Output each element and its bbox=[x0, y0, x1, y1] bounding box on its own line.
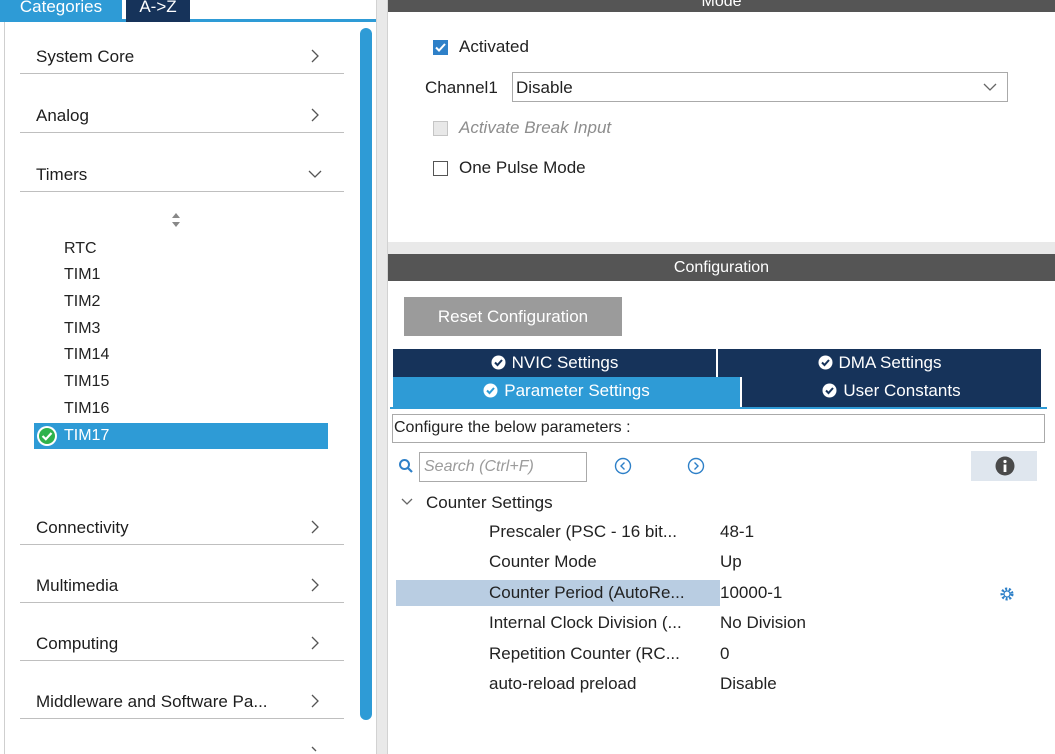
configure-hint-text: Configure the below parameters : bbox=[394, 419, 631, 436]
timer-item-label: TIM17 bbox=[64, 427, 110, 444]
category-middleware[interactable]: Middleware and Software Pa... bbox=[20, 685, 344, 719]
check-circle-icon bbox=[483, 383, 498, 398]
timer-item-tim17[interactable]: TIM17 bbox=[34, 423, 328, 449]
timer-item-rtc[interactable]: RTC bbox=[64, 240, 97, 258]
category-system-core[interactable]: System Core bbox=[20, 40, 344, 74]
chevron-right-icon bbox=[311, 578, 319, 592]
category-label: System Core bbox=[36, 47, 135, 66]
tab-label: DMA Settings bbox=[838, 353, 942, 372]
one-pulse-mode-checkbox[interactable] bbox=[433, 161, 448, 176]
param-row[interactable]: Counter Mode Up bbox=[396, 549, 1016, 575]
sort-arrows-icon[interactable] bbox=[170, 210, 182, 230]
info-icon bbox=[995, 456, 1015, 476]
timer-item-tim14[interactable]: TIM14 bbox=[64, 346, 109, 364]
check-circle-icon bbox=[37, 426, 57, 446]
tab-label: NVIC Settings bbox=[511, 353, 619, 372]
timer-item-tim3[interactable]: TIM3 bbox=[64, 320, 100, 338]
previous-result-icon[interactable] bbox=[614, 457, 632, 475]
param-value[interactable]: Up bbox=[720, 552, 742, 572]
param-value[interactable]: 0 bbox=[720, 644, 729, 664]
category-multimedia[interactable]: Multimedia bbox=[20, 569, 344, 603]
param-value[interactable]: Disable bbox=[720, 674, 777, 694]
param-name: Counter Mode bbox=[489, 552, 597, 571]
checkmark-icon bbox=[435, 43, 446, 52]
channel1-select[interactable] bbox=[512, 72, 1008, 102]
timer-item-tim16[interactable]: TIM16 bbox=[64, 400, 109, 418]
category-label: Analog bbox=[36, 106, 89, 125]
gear-icon[interactable] bbox=[999, 586, 1015, 602]
chevron-right-icon bbox=[311, 694, 319, 708]
category-label: Connectivity bbox=[36, 518, 129, 537]
chevron-right-icon bbox=[311, 636, 319, 650]
category-label: Timers bbox=[36, 165, 88, 184]
param-value[interactable]: 48-1 bbox=[720, 522, 754, 542]
channel1-value: Disable bbox=[516, 78, 573, 97]
category-connectivity[interactable]: Connectivity bbox=[20, 511, 344, 545]
param-row[interactable]: Prescaler (PSC - 16 bit... 48-1 bbox=[396, 519, 1016, 545]
one-pulse-mode-label: One Pulse Mode bbox=[459, 158, 586, 177]
chevron-down-icon[interactable] bbox=[982, 80, 998, 94]
reset-configuration-button[interactable]: Reset Configuration bbox=[404, 297, 622, 336]
check-circle-icon bbox=[818, 355, 832, 370]
configuration-header: Configuration bbox=[388, 254, 1055, 281]
tab-label: Parameter Settings bbox=[504, 381, 650, 400]
chevron-right-icon bbox=[311, 520, 319, 534]
chevron-down-icon bbox=[308, 170, 322, 178]
tab-label: User Constants bbox=[843, 381, 961, 400]
activate-break-input-label: Activate Break Input bbox=[459, 118, 612, 137]
param-name: Internal Clock Division (... bbox=[489, 613, 682, 632]
search-icon bbox=[399, 459, 413, 473]
category-label: Computing bbox=[36, 634, 119, 653]
param-row[interactable]: Repetition Counter (RC... 0 bbox=[396, 641, 1016, 667]
timer-item-tim15[interactable]: TIM15 bbox=[64, 373, 109, 391]
chevron-down-icon[interactable] bbox=[400, 496, 414, 508]
param-value[interactable]: No Division bbox=[720, 613, 806, 633]
param-value-row[interactable]: 10000-1 bbox=[396, 580, 1016, 606]
panel-splitter-horizontal[interactable] bbox=[388, 242, 1055, 254]
chevron-right-icon bbox=[311, 49, 319, 63]
tab-parameter-settings[interactable]: Parameter Settings bbox=[393, 377, 740, 407]
category-label: Multimedia bbox=[36, 576, 119, 595]
category-analog[interactable]: Analog bbox=[20, 99, 344, 133]
activated-checkbox[interactable] bbox=[433, 40, 448, 55]
param-value[interactable]: 10000-1 bbox=[720, 583, 782, 603]
timer-item-tim1[interactable]: TIM1 bbox=[64, 266, 100, 284]
channel1-label: Channel1 bbox=[425, 78, 498, 97]
mode-header: Mode bbox=[388, 0, 1055, 12]
activate-break-input-checkbox[interactable] bbox=[433, 121, 448, 136]
param-name: auto-reload preload bbox=[489, 674, 637, 693]
timer-item-tim2[interactable]: TIM2 bbox=[64, 293, 100, 311]
chevron-right-icon bbox=[311, 746, 317, 752]
tab-user-constants[interactable]: User Constants bbox=[742, 377, 1041, 407]
check-circle-icon bbox=[822, 383, 837, 398]
param-name: Repetition Counter (RC... bbox=[489, 644, 680, 663]
chevron-right-icon bbox=[311, 108, 319, 122]
tab-dma-settings[interactable]: DMA Settings bbox=[718, 349, 1041, 377]
category-computing[interactable]: Computing bbox=[20, 627, 344, 661]
next-result-icon[interactable] bbox=[687, 457, 705, 475]
scrollbar-thumb[interactable] bbox=[360, 28, 372, 720]
tab-a-z[interactable]: A->Z bbox=[126, 0, 190, 22]
panel-splitter[interactable] bbox=[376, 0, 388, 754]
activated-label: Activated bbox=[459, 37, 529, 56]
counter-settings-group[interactable]: Counter Settings bbox=[426, 493, 553, 513]
param-row[interactable]: Internal Clock Division (... No Division bbox=[396, 610, 1016, 636]
tab-categories[interactable]: Categories bbox=[0, 0, 122, 22]
param-name: Prescaler (PSC - 16 bit... bbox=[489, 522, 678, 541]
check-circle-icon bbox=[491, 355, 506, 370]
search-placeholder: Search (Ctrl+F) bbox=[424, 458, 534, 475]
param-row[interactable]: auto-reload preload Disable bbox=[396, 671, 1016, 697]
category-timers[interactable]: Timers bbox=[20, 158, 344, 192]
tabs-underline bbox=[390, 407, 1047, 409]
category-label: Middleware and Software Pa... bbox=[36, 692, 268, 711]
tab-nvic-settings[interactable]: NVIC Settings bbox=[393, 349, 716, 377]
